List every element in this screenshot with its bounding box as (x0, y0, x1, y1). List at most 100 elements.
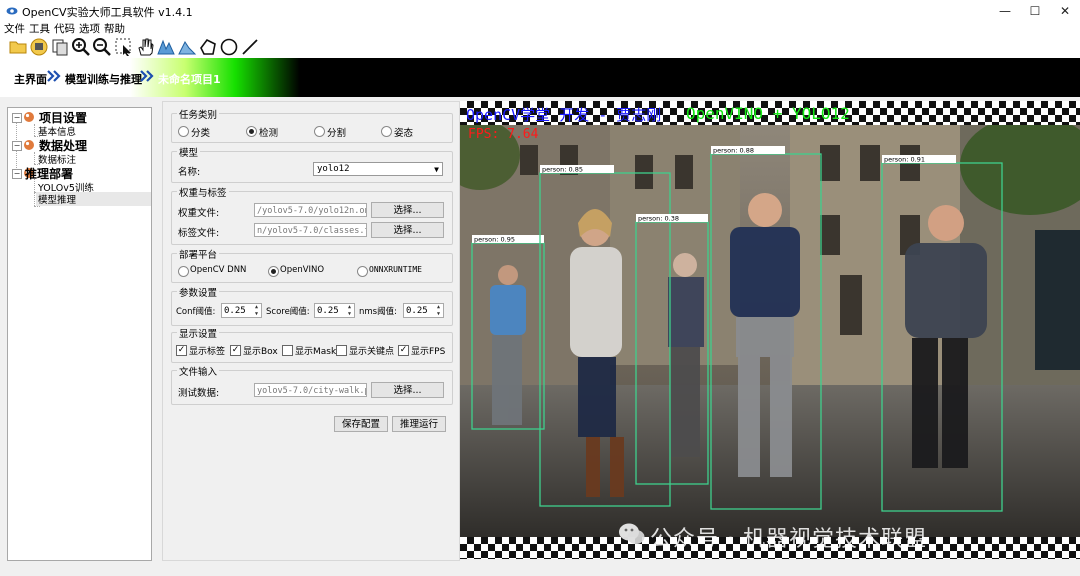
breadcrumb-train-infer[interactable]: 模型训练与推理 (65, 71, 142, 87)
spin-up-icon[interactable]: ▲ (346, 304, 353, 310)
histogram-icon[interactable] (156, 37, 176, 57)
show-box-checkbox[interactable]: ✓ (230, 345, 241, 356)
weight-file-label: 权重文件: (178, 208, 220, 219)
polygon-icon[interactable] (198, 37, 218, 57)
platform-label-openvino[interactable]: OpenVINO (280, 265, 324, 275)
model-name-select[interactable]: yolo12 ▼ (313, 162, 443, 176)
line-icon[interactable] (240, 37, 260, 57)
tree-collapse-toggle[interactable]: − (12, 141, 22, 151)
contour-icon[interactable] (177, 37, 197, 57)
wechat-icon (619, 523, 645, 544)
task-radio-pose[interactable] (381, 126, 392, 137)
tree-item-data-annotation[interactable]: 数据标注 (38, 152, 76, 166)
show-mask-text[interactable]: 显示Mask (295, 344, 336, 357)
detection-box (710, 153, 822, 510)
breadcrumb: 主界面 模型训练与推理 未命名项目1 (0, 58, 1080, 97)
save-config-button[interactable]: 保存配置 (334, 416, 388, 432)
menu-help[interactable]: 帮助 (104, 22, 125, 36)
menu-options[interactable]: 选项 (79, 22, 100, 36)
menu-code[interactable]: 代码 (54, 22, 75, 36)
close-button[interactable]: ✕ (1050, 2, 1080, 20)
weight-choose-button[interactable]: 选择... (371, 202, 444, 218)
file-input-group-title: 文件输入 (177, 364, 220, 378)
chevron-down-icon: ▼ (434, 165, 439, 174)
label-choose-button[interactable]: 选择... (371, 222, 444, 238)
spin-down-icon[interactable]: ▼ (435, 311, 442, 317)
maximize-button[interactable]: ☐ (1020, 2, 1050, 20)
zoom-out-icon[interactable] (92, 37, 112, 57)
model-group: 模型 名称: yolo12 ▼ (171, 145, 453, 183)
show-keypoints-checkbox[interactable] (336, 345, 347, 356)
platform-label-opencv-dnn[interactable]: OpenCV DNN (190, 265, 246, 275)
weights-group-title: 权重与标签 (177, 185, 229, 199)
minimize-button[interactable]: — (990, 2, 1020, 20)
open-folder-icon[interactable] (8, 37, 28, 57)
platform-radio-onnxruntime[interactable] (357, 266, 368, 277)
hand-pan-icon[interactable] (135, 37, 155, 57)
circle-icon[interactable] (219, 37, 239, 57)
nav-tree: − 项目设置 基本信息 − 数据处理 数据标注 − 推理部署 YOLOv5训练 … (7, 107, 152, 561)
task-label-segment[interactable]: 分割 (327, 125, 346, 139)
breadcrumb-home[interactable]: 主界面 (14, 71, 47, 87)
platform-label-onnxruntime[interactable]: ONNXRUNTIME (369, 265, 422, 274)
show-label-text[interactable]: 显示标签 (189, 344, 225, 357)
show-keypoints-text[interactable]: 显示关键点 (349, 344, 394, 357)
test-data-choose-button[interactable]: 选择... (371, 382, 444, 398)
nms-threshold-spinbox[interactable]: 0.25 ▲ ▼ (403, 303, 444, 318)
conf-threshold-label: Conf阈值: (176, 307, 216, 317)
task-label-detect[interactable]: 检测 (259, 125, 278, 139)
detection-label: person: 0.95 (474, 236, 515, 244)
test-data-field[interactable]: yolov5-7.0/city-walk.png (254, 383, 367, 397)
image-viewer[interactable]: OpenCV学堂 开发 - 贾志刚 OpenVINO + YOLO12 FPS:… (460, 101, 1080, 559)
task-label-classify[interactable]: 分类 (191, 125, 210, 139)
params-group-title: 参数设置 (177, 285, 220, 299)
toolbar (0, 36, 1080, 59)
tree-item-basic-info[interactable]: 基本信息 (38, 124, 76, 138)
spin-down-icon[interactable]: ▼ (346, 311, 353, 317)
detection-box (881, 162, 1003, 512)
task-radio-classify[interactable] (178, 126, 189, 137)
detection-label: person: 0.38 (638, 215, 679, 223)
select-arrow-icon[interactable] (114, 37, 134, 57)
show-mask-checkbox[interactable] (282, 345, 293, 356)
test-data-label: 测试数据: (178, 388, 220, 399)
chevron-right-icon (140, 70, 154, 82)
platform-radio-opencv-dnn[interactable] (178, 266, 189, 277)
spin-up-icon[interactable]: ▲ (435, 304, 442, 310)
spin-up-icon[interactable]: ▲ (253, 304, 260, 310)
zoom-in-icon[interactable] (71, 37, 91, 57)
params-group: 参数设置 Conf阈值: 0.25 ▲ ▼ Score阈值: 0.25 ▲ ▼ … (171, 285, 453, 326)
tree-collapse-toggle[interactable]: − (12, 169, 22, 179)
label-file-field[interactable]: n/yolov5-7.0/classes.txt (254, 223, 367, 237)
show-box-text[interactable]: 显示Box (243, 344, 278, 357)
show-label-checkbox[interactable]: ✓ (176, 345, 187, 356)
save-icon[interactable] (29, 37, 49, 57)
task-label-pose[interactable]: 姿态 (394, 125, 413, 139)
task-radio-segment[interactable] (314, 126, 325, 137)
menu-file[interactable]: 文件 (4, 22, 25, 36)
conf-threshold-value: 0.25 (224, 306, 246, 316)
display-group: 显示设置 ✓ 显示标签 ✓ 显示Box 显示Mask 显示关键点 ✓ 显示FPS (171, 326, 453, 363)
menu-bar: 文件 工具 代码 选项 帮助 (0, 22, 1080, 36)
run-inference-button[interactable]: 推理运行 (392, 416, 446, 432)
spin-down-icon[interactable]: ▼ (253, 311, 260, 317)
score-threshold-spinbox[interactable]: 0.25 ▲ ▼ (314, 303, 355, 318)
conf-threshold-spinbox[interactable]: 0.25 ▲ ▼ (221, 303, 262, 318)
label-file-label: 标签文件: (178, 228, 220, 239)
menu-tools[interactable]: 工具 (29, 22, 50, 36)
model-name-value: yolo12 (317, 164, 350, 174)
copy-icon[interactable] (50, 37, 70, 57)
score-threshold-value: 0.25 (317, 306, 339, 316)
show-fps-checkbox[interactable]: ✓ (398, 345, 409, 356)
file-input-group: 文件输入 测试数据: yolov5-7.0/city-walk.png 选择..… (171, 364, 453, 405)
tree-item-model-inference[interactable]: 模型推理 (36, 192, 151, 206)
title-bar: OpenCV实验大师工具软件 v1.4.1 — ☐ ✕ (0, 0, 1080, 22)
project-node-icon (24, 112, 34, 122)
platform-radio-openvino[interactable] (268, 266, 279, 277)
tree-collapse-toggle[interactable]: − (12, 113, 22, 123)
show-fps-text[interactable]: 显示FPS (411, 344, 445, 357)
breadcrumb-project: 未命名项目1 (158, 73, 221, 86)
task-radio-detect[interactable] (246, 126, 257, 137)
score-threshold-label: Score阈值: (266, 307, 310, 317)
weight-file-field[interactable]: /yolov5-7.0/yolo12n.onnx (254, 203, 367, 217)
